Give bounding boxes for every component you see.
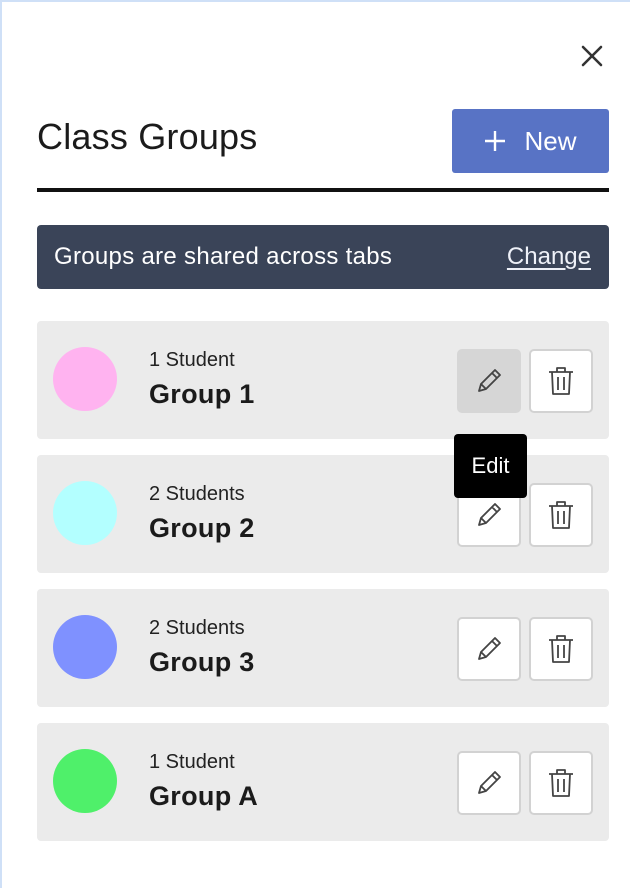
- group-color-swatch: [53, 749, 117, 813]
- group-name: Group 3: [149, 647, 255, 677]
- trash-icon: [549, 635, 573, 663]
- edit-group-button[interactable]: [457, 349, 521, 413]
- group-color-swatch: [53, 615, 117, 679]
- banner-text: Groups are shared across tabs: [54, 243, 393, 270]
- group-color-swatch: [53, 481, 117, 545]
- group-name: Group 1: [149, 379, 255, 409]
- group-name: Group A: [149, 781, 259, 811]
- pencil-icon: [478, 369, 501, 392]
- group-student-count: 1 Student: [149, 349, 235, 371]
- delete-group-button[interactable]: [529, 349, 593, 413]
- group-name: Group 2: [149, 513, 255, 543]
- trash-icon: [549, 367, 573, 395]
- group-row: 2 Students Group 3: [37, 589, 609, 707]
- delete-group-button[interactable]: [529, 751, 593, 815]
- delete-group-button[interactable]: [529, 483, 593, 547]
- page-title: Class Groups: [37, 116, 258, 157]
- trash-icon: [549, 769, 573, 797]
- delete-group-button[interactable]: [529, 617, 593, 681]
- close-button[interactable]: [576, 40, 608, 72]
- edit-group-button[interactable]: [457, 751, 521, 815]
- group-student-count: 2 Students: [149, 617, 245, 639]
- edit-group-button[interactable]: [457, 617, 521, 681]
- group-row: 1 Student Group 1: [37, 321, 609, 439]
- change-link[interactable]: Change: [507, 243, 591, 271]
- info-banner: Groups are shared across tabs Change: [37, 225, 609, 289]
- pencil-icon: [478, 637, 501, 660]
- group-color-swatch: [53, 347, 117, 411]
- close-icon: [581, 45, 603, 67]
- new-group-button[interactable]: New: [452, 109, 609, 173]
- group-row: 1 Student Group A: [37, 723, 609, 841]
- edit-tooltip: Edit: [454, 434, 527, 498]
- group-student-count: 2 Students: [149, 483, 245, 505]
- group-student-count: 1 Student: [149, 751, 235, 773]
- pencil-icon: [478, 503, 501, 526]
- trash-icon: [549, 501, 573, 529]
- header-divider: [37, 188, 609, 192]
- class-groups-panel: Class Groups New Groups are shared acros…: [0, 0, 630, 888]
- plus-icon: [485, 131, 506, 151]
- new-button-label: New: [524, 125, 577, 156]
- pencil-icon: [478, 771, 501, 794]
